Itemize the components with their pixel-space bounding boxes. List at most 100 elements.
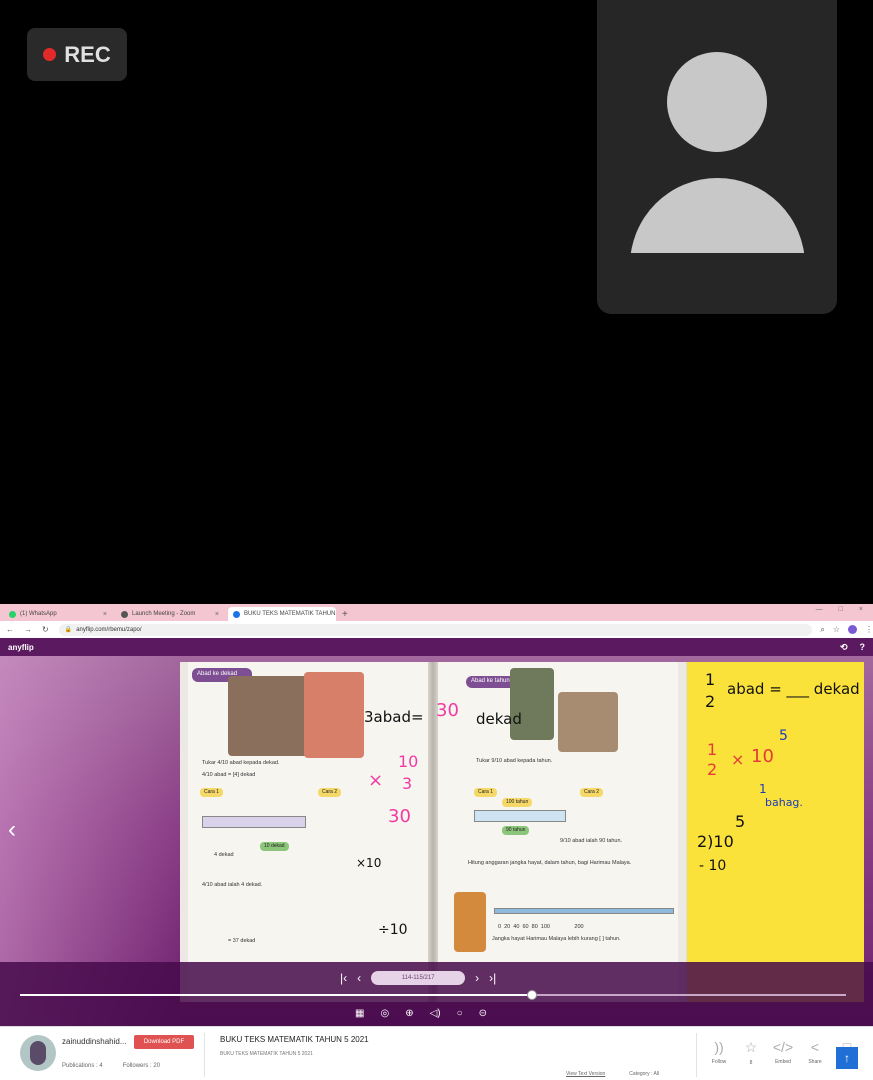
record-dot-icon (43, 48, 57, 61)
left-caption: Tukar 4/10 abad kepada dekad. (202, 760, 280, 766)
close-window-icon[interactable]: × (859, 606, 863, 613)
help-icon[interactable]: ? (860, 642, 866, 653)
autoplay-icon[interactable]: ◎ (380, 1008, 389, 1019)
note-ten: 10 (751, 746, 774, 767)
action-label: 8 (749, 1060, 753, 1066)
avatar-head-icon (667, 52, 767, 152)
book-subtitle: BUKU TEKS MATEMATIK TAHUN 5 2021 (220, 1051, 313, 1057)
profile-avatar[interactable] (848, 624, 857, 634)
new-tab-button[interactable]: + (342, 607, 348, 621)
zoom-icon (121, 610, 128, 618)
participant-video-tile[interactable] (597, 0, 837, 314)
right-bottom-text: Jangka hayat Harimau Malaya lebih kurang… (492, 936, 621, 942)
zoom-meeting-window: REC (1) WhatsApp × Launch Meeting - Zoom… (0, 0, 873, 1080)
like-button[interactable]: ☆ 8 (738, 1039, 764, 1066)
page-indicator[interactable]: 114-115/217 (371, 971, 466, 985)
note-fraction-den: 2 (705, 692, 716, 711)
anyflip-logo[interactable]: anyflip (8, 643, 34, 652)
tab-whatsapp[interactable]: (1) WhatsApp × (4, 607, 112, 621)
scroll-top-icon[interactable]: ↑ (836, 1047, 858, 1069)
maximize-icon[interactable]: □ (839, 606, 843, 613)
sound-icon[interactable]: ◁) (430, 1008, 441, 1019)
thumbnails-icon[interactable]: ▦ (355, 1008, 364, 1019)
download-pdf-button[interactable]: Download PDF (134, 1035, 194, 1049)
number-line-labels: 0 20 40 60 80 100 200 (498, 924, 584, 930)
textbook-spread[interactable]: Abad ke dekad Tukar 4/10 abad kepada dek… (180, 662, 688, 1002)
minimize-icon[interactable]: — (816, 606, 823, 613)
note-question: abad = ___ dekad (727, 680, 860, 698)
handwritten-10: 10 (398, 752, 419, 771)
left-eq-37: = 37 dekad (228, 938, 256, 944)
author-avatar[interactable] (20, 1035, 56, 1071)
handwritten-3abad: 3abad= (364, 708, 424, 726)
illustration-children (558, 692, 618, 752)
book-meta: View Text Version Category : All (566, 1071, 659, 1077)
forward-icon[interactable]: → (24, 625, 32, 634)
prev-page-icon[interactable]: ‹ (357, 971, 361, 985)
embed-button[interactable]: </> Embed (770, 1039, 796, 1066)
close-icon[interactable]: × (215, 611, 219, 618)
shared-screen-browser: (1) WhatsApp × Launch Meeting - Zoom × B… (0, 604, 873, 1080)
handwritten-3: 3 (402, 774, 413, 793)
slider-fill (20, 994, 533, 996)
right-page: Abad ke tahun Tukar 9/10 abad kepada tah… (438, 662, 678, 1002)
share-nodes-icon: < (810, 1039, 820, 1055)
ten-dekad-label: 10 dekad (260, 842, 289, 851)
last-page-icon[interactable]: ›| (489, 971, 496, 985)
divider (696, 1033, 697, 1077)
star-icon[interactable]: ☆ (833, 625, 840, 635)
note-red-den: 2 (707, 760, 718, 779)
left-answer: 4/10 abad ialah 4 dekad. (202, 882, 263, 888)
back-icon[interactable]: ← (6, 625, 14, 634)
anyflip-header: anyflip ⟲ ? (0, 638, 873, 656)
tab-label: Launch Meeting - Zoom (132, 611, 196, 617)
note-times: × (731, 750, 745, 769)
note-one: 1 (759, 782, 767, 796)
window-controls: — □ × (816, 606, 863, 613)
zoom-in-icon[interactable]: ⊕ (405, 1008, 413, 1019)
slider-knob[interactable] (527, 990, 538, 1000)
page-progress-slider[interactable] (20, 990, 846, 1000)
cara-2-tag: Cara 2 (318, 788, 342, 797)
tab-buku-teks[interactable]: BUKU TEKS MATEMATIK TAHUN × (228, 607, 336, 621)
note-minus: - 10 (699, 858, 727, 874)
book-title: BUKU TEKS MATEMATIK TAHUN 5 2021 (220, 1035, 369, 1044)
first-page-icon[interactable]: |‹ (340, 971, 347, 985)
share-button[interactable]: < Share (802, 1039, 828, 1066)
follow-button[interactable]: )) Follow (706, 1039, 732, 1066)
url-field[interactable]: 🔒 anyflip.com/rbemu/zapo/ (58, 623, 813, 636)
handwritten-x10: ×10 (356, 856, 382, 870)
whiteboard-note: 1 2 abad = ___ dekad 1 2 × 10 5 1 bahag.… (686, 662, 864, 1002)
reload-icon[interactable]: ↻ (42, 625, 49, 634)
recording-badge: REC (27, 28, 127, 81)
flipbook-reader: ‹ Abad ke dekad Tukar 4/10 abad kepada d… (0, 656, 873, 1026)
author-stats: Publications : 4 Followers : 20 (62, 1063, 160, 1069)
hundred-tahun-label: 100 tahun (502, 798, 533, 807)
note-division: 2)10 (697, 832, 734, 851)
author-name[interactable]: zainuddinshahid... (62, 1037, 127, 1046)
share-icon[interactable]: ⟲ (840, 642, 848, 653)
tahun-bar (474, 810, 566, 822)
illustration-tiger (454, 892, 486, 952)
menu-dots-icon[interactable]: ⋮ (865, 625, 873, 635)
question-2: Hitung anggaran jangka hayat, dalam tahu… (468, 860, 632, 866)
close-icon[interactable]: × (103, 611, 107, 618)
right-cara-1-tag: Cara 1 (474, 788, 498, 797)
next-page-icon[interactable]: › (475, 971, 479, 985)
lock-icon: 🔒 (64, 627, 73, 633)
zoom-lens-icon[interactable]: ⌕ (820, 625, 824, 635)
previous-page-arrow-icon[interactable]: ‹ (8, 816, 16, 844)
embed-icon: </> (772, 1039, 794, 1055)
book-info-bar: zainuddinshahid... Download PDF Publicat… (0, 1026, 873, 1080)
four-dekad-label: 4 dekad (214, 852, 234, 858)
more-icon[interactable]: ⊝ (479, 1008, 487, 1019)
view-text-version-link[interactable]: View Text Version (566, 1071, 605, 1077)
search-icon[interactable]: ○ (457, 1008, 463, 1019)
handwritten-div10: ÷10 (378, 922, 408, 938)
tab-zoom[interactable]: Launch Meeting - Zoom × (116, 607, 224, 621)
pager: |‹ ‹ 114-115/217 › ›| (340, 971, 496, 985)
rss-icon: )) (714, 1039, 724, 1055)
right-cara-2-tag: Cara 2 (580, 788, 604, 797)
globe-icon (233, 610, 240, 618)
action-label: Follow (711, 1059, 727, 1065)
